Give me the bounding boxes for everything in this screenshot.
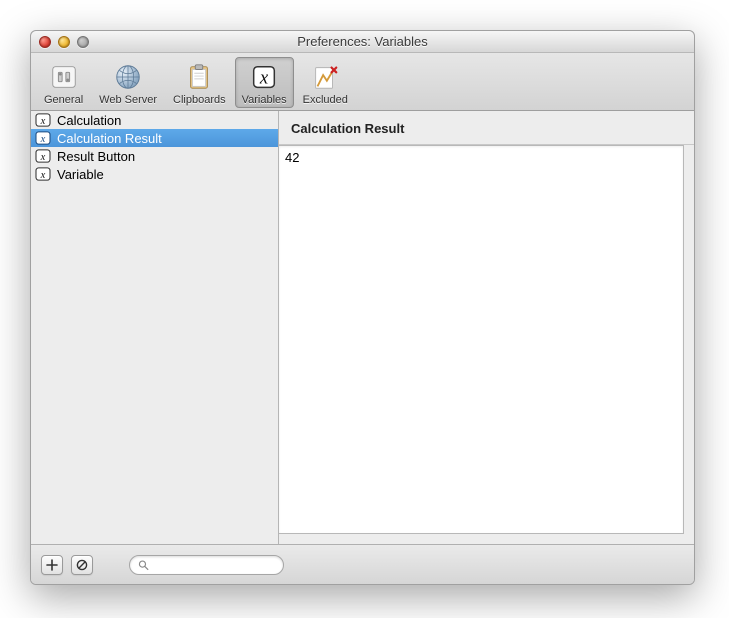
variable-row[interactable]: x Calculation Result (31, 129, 278, 147)
toolbar-item-variables[interactable]: x Variables (235, 57, 294, 108)
detail-title: Calculation Result (279, 111, 694, 145)
variable-row[interactable]: x Variable (31, 165, 278, 183)
toolbar: General (31, 53, 694, 111)
variable-x-icon: x (248, 61, 280, 93)
window-title: Preferences: Variables (31, 34, 694, 49)
toolbar-label: Excluded (303, 94, 348, 106)
search-icon (138, 559, 149, 571)
variable-x-icon: x (35, 131, 51, 145)
minimize-window-button[interactable] (58, 36, 70, 48)
svg-text:x: x (259, 68, 269, 89)
bottom-bar (31, 544, 694, 584)
prohibit-icon (76, 559, 88, 571)
sidebar: x Calculation x Calculation Result (31, 111, 279, 544)
clipboard-icon (183, 61, 215, 93)
plus-icon (46, 559, 58, 571)
variable-x-icon: x (35, 167, 51, 181)
switch-icon (48, 61, 80, 93)
toolbar-label: Web Server (99, 94, 157, 106)
toolbar-item-clipboards[interactable]: Clipboards (166, 57, 233, 108)
toolbar-item-web-server[interactable]: Web Server (92, 57, 164, 108)
toolbar-label: Variables (242, 94, 287, 106)
variable-list[interactable]: x Calculation x Calculation Result (31, 111, 278, 544)
variable-row[interactable]: x Calculation (31, 111, 278, 129)
variable-name: Variable (57, 167, 104, 182)
close-window-button[interactable] (39, 36, 51, 48)
titlebar: Preferences: Variables (31, 31, 694, 53)
search-input[interactable] (153, 559, 275, 571)
svg-text:x: x (40, 116, 46, 127)
remove-variable-button[interactable] (71, 555, 93, 575)
zoom-window-button[interactable] (77, 36, 89, 48)
excluded-icon (309, 61, 341, 93)
variable-row[interactable]: x Result Button (31, 147, 278, 165)
toolbar-item-general[interactable]: General (37, 57, 90, 108)
variable-name: Result Button (57, 149, 135, 164)
detail-value[interactable]: 42 (279, 145, 684, 534)
svg-text:x: x (40, 134, 46, 145)
globe-icon (112, 61, 144, 93)
toolbar-label: Clipboards (173, 94, 226, 106)
toolbar-label: General (44, 94, 83, 106)
detail-pane: Calculation Result 42 (279, 111, 694, 544)
toolbar-item-excluded[interactable]: Excluded (296, 57, 355, 108)
search-field[interactable] (129, 555, 284, 575)
variable-name: Calculation (57, 113, 121, 128)
svg-text:x: x (40, 170, 46, 181)
add-variable-button[interactable] (41, 555, 63, 575)
variable-x-icon: x (35, 149, 51, 163)
content: x Calculation x Calculation Result (31, 111, 694, 544)
preferences-window: Preferences: Variables General (30, 30, 695, 585)
variable-x-icon: x (35, 113, 51, 127)
variable-name: Calculation Result (57, 131, 162, 146)
window-controls (31, 36, 89, 48)
svg-text:x: x (40, 152, 46, 163)
